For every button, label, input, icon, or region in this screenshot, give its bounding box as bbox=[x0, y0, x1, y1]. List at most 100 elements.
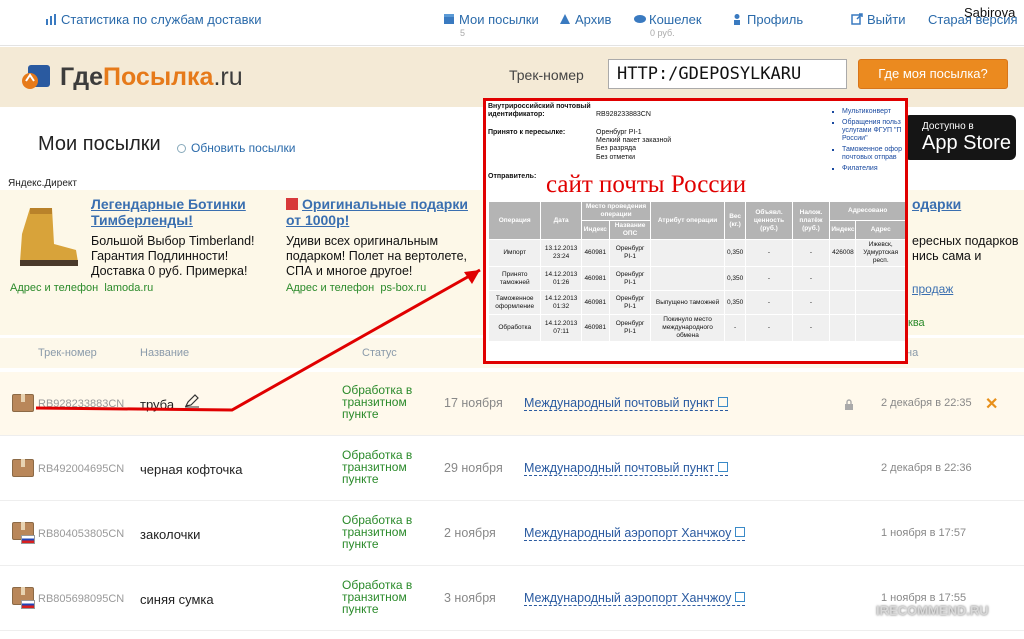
th-date: Дата bbox=[540, 201, 582, 240]
th-addressed: Адресовано bbox=[829, 201, 905, 221]
th-attribute: Атрибут операции bbox=[650, 201, 725, 240]
popup-links: . Мультиконверт Обращения польз услугами… bbox=[836, 101, 905, 176]
parcel-updated: 2 декабря в 22:36 bbox=[881, 462, 972, 474]
ad-timberland[interactable]: Легендарные Ботинки Тимберленды! Большой… bbox=[91, 196, 271, 279]
logout-icon bbox=[851, 13, 863, 25]
parcel-date: 3 ноября bbox=[444, 591, 496, 605]
page-title: Мои посылки bbox=[38, 133, 161, 155]
parcel-updated: 2 декабря в 22:35 bbox=[881, 397, 972, 409]
parcel-date: 2 ноября bbox=[444, 526, 496, 540]
ad-footer[interactable]: Адрес и телефон lamoda.ru bbox=[10, 282, 153, 294]
parcel-status: Обработка в транзитном пункте bbox=[342, 448, 413, 486]
russian-post-overlay: Внутрироссийский почтовый идентификатор:… bbox=[483, 98, 908, 364]
history-row: Обработка 14.12.2013 07:11 460981 Оренбург … bbox=[487, 314, 905, 342]
ad-text: ересных подарков нись сама и bbox=[912, 234, 1019, 263]
archive-icon bbox=[559, 13, 571, 25]
lock-icon bbox=[844, 397, 854, 415]
wallet-icon bbox=[633, 13, 646, 25]
ad-gifts[interactable]: Оригинальные подарки от 1000р! Удиви все… bbox=[286, 196, 476, 279]
track-number-input[interactable]: HTTP:/GDEPOSYLKARU bbox=[608, 59, 847, 89]
track-number[interactable]: RB805698095CN bbox=[38, 593, 124, 605]
boot-image[interactable] bbox=[12, 204, 84, 270]
refresh-icon bbox=[177, 144, 186, 153]
map-icon bbox=[734, 527, 745, 537]
popup-accepted-label: Принято к пересылке: bbox=[488, 129, 566, 136]
track-number-label: Трек-номер bbox=[509, 67, 584, 83]
nav-archive[interactable]: Архив bbox=[559, 12, 611, 27]
popup-link[interactable]: Филателия bbox=[842, 165, 905, 173]
logo-icon bbox=[22, 65, 50, 89]
delivery-stats-label: Статистика по службам доставки bbox=[61, 12, 262, 27]
th-place: Место проведения операции bbox=[580, 201, 652, 221]
table-row[interactable]: RB928233883CN труба Обработка в транзитн… bbox=[0, 372, 1024, 436]
ad-footer[interactable]: ква bbox=[908, 317, 925, 329]
popup-link[interactable]: Обращения польз услугами ФГУП "П России" bbox=[842, 119, 905, 143]
table-row[interactable]: RB492004695CN черная кофточка Обработка … bbox=[0, 437, 1024, 501]
top-navigation-bar: Статистика по службам доставки Мои посыл… bbox=[0, 0, 1024, 46]
parcel-status: Обработка в транзитном пункте bbox=[342, 578, 413, 616]
table-row[interactable]: RB805698095CN синяя сумка Обработка в тр… bbox=[0, 567, 1024, 631]
nav-wallet-label: Кошелек bbox=[649, 12, 702, 27]
logo-text: ГдеПосылка.ru bbox=[60, 63, 243, 91]
nav-my-parcels[interactable]: Мои посылки 5 bbox=[443, 12, 539, 38]
parcel-name: синяя сумка bbox=[140, 592, 214, 607]
bar-chart-icon bbox=[45, 13, 57, 25]
refresh-parcels-link[interactable]: Обновить посылки bbox=[177, 141, 295, 155]
ad-title[interactable]: одарки bbox=[912, 196, 1024, 212]
parcel-status: Обработка в транзитном пункте bbox=[342, 383, 413, 421]
history-row: Импорт 13.12.2013 23:24 460981 Оренбург PI-… bbox=[487, 239, 905, 267]
edit-icon[interactable] bbox=[184, 394, 200, 413]
delivery-stats-link[interactable]: Статистика по службам доставки bbox=[45, 12, 261, 27]
delete-icon[interactable]: ✕ bbox=[985, 394, 998, 414]
nav-wallet[interactable]: Кошелек 0 руб. bbox=[633, 12, 702, 38]
package-icon bbox=[12, 459, 34, 477]
th-cod: Налож. платёж (руб.) bbox=[791, 201, 831, 240]
app-store-badge[interactable]: Доступно в App Store bbox=[904, 115, 1016, 160]
th-address-index: Индекс bbox=[829, 220, 857, 240]
nav-profile[interactable]: Профиль bbox=[731, 12, 803, 27]
popup-link[interactable]: Таможенное офор почтовых отправ bbox=[842, 146, 905, 162]
parcels-count: 5 bbox=[460, 28, 466, 38]
popup-id-label: Внутрироссийский почтовый идентификатор: bbox=[488, 103, 591, 118]
table-row[interactable]: RB804053805CN заколочки Обработка в тран… bbox=[0, 502, 1024, 566]
map-icon bbox=[734, 592, 745, 602]
parcel-location[interactable]: Международный аэропорт Ханчжоу bbox=[524, 591, 745, 606]
username: Sabirova bbox=[964, 5, 1016, 20]
parcel-name: труба bbox=[140, 397, 175, 412]
col-name[interactable]: Название bbox=[140, 347, 189, 359]
col-track[interactable]: Трек-номер bbox=[38, 347, 97, 359]
th-declared: Объявл. ценность (руб.) bbox=[745, 201, 793, 240]
gift-icon bbox=[286, 198, 298, 210]
nav-my-parcels-label: Мои посылки bbox=[459, 12, 539, 27]
track-number[interactable]: RB928233883CN bbox=[38, 398, 124, 410]
parcel-status: Обработка в транзитном пункте bbox=[342, 513, 413, 551]
parcel-location[interactable]: Международный почтовый пункт bbox=[524, 396, 728, 411]
map-icon bbox=[717, 397, 728, 407]
ad-text: Удиви всех оригинальным подарком! Полет … bbox=[286, 234, 467, 278]
ad-link[interactable]: продаж bbox=[912, 282, 953, 296]
popup-accepted-line: Без разряда bbox=[596, 145, 636, 152]
parcel-location[interactable]: Международный почтовый пункт bbox=[524, 461, 728, 476]
col-status[interactable]: Статус bbox=[362, 347, 397, 359]
popup-sender-label: Отправитель: bbox=[488, 173, 537, 180]
user-icon bbox=[731, 13, 743, 25]
yandex-direct-label: Яндекс.Директ bbox=[8, 178, 77, 189]
th-address: Адрес bbox=[855, 220, 905, 240]
ad-title[interactable]: Легендарные Ботинки Тимберленды! bbox=[91, 196, 271, 228]
track-number[interactable]: RB804053805CN bbox=[38, 528, 124, 540]
parcel-date: 17 ноября bbox=[444, 396, 503, 410]
russia-flag-icon bbox=[21, 600, 35, 609]
ad-footer[interactable]: Адрес и телефон ps-box.ru bbox=[286, 282, 426, 294]
watermark: IRECOMMEND.RU bbox=[876, 603, 989, 618]
logout-link[interactable]: Выйти bbox=[851, 12, 906, 27]
nav-profile-label: Профиль bbox=[747, 12, 804, 27]
parcel-location[interactable]: Международный аэропорт Ханчжоу bbox=[524, 526, 745, 541]
refresh-parcels-label: Обновить посылки bbox=[191, 141, 296, 155]
ad-partial[interactable]: одарки ересных подарков нись сама и bbox=[912, 196, 1024, 264]
where-is-my-parcel-button[interactable]: Где моя посылка? bbox=[858, 59, 1008, 89]
ad-title[interactable]: Оригинальные подарки от 1000р! bbox=[286, 196, 476, 228]
track-number[interactable]: RB492004695CN bbox=[38, 463, 124, 475]
history-row: Принято таможней 14.12.2013 01:26 460981 Ор… bbox=[487, 266, 905, 291]
popup-accepted-line: Без отметки bbox=[596, 154, 636, 161]
popup-link[interactable]: Мультиконверт bbox=[842, 108, 905, 116]
